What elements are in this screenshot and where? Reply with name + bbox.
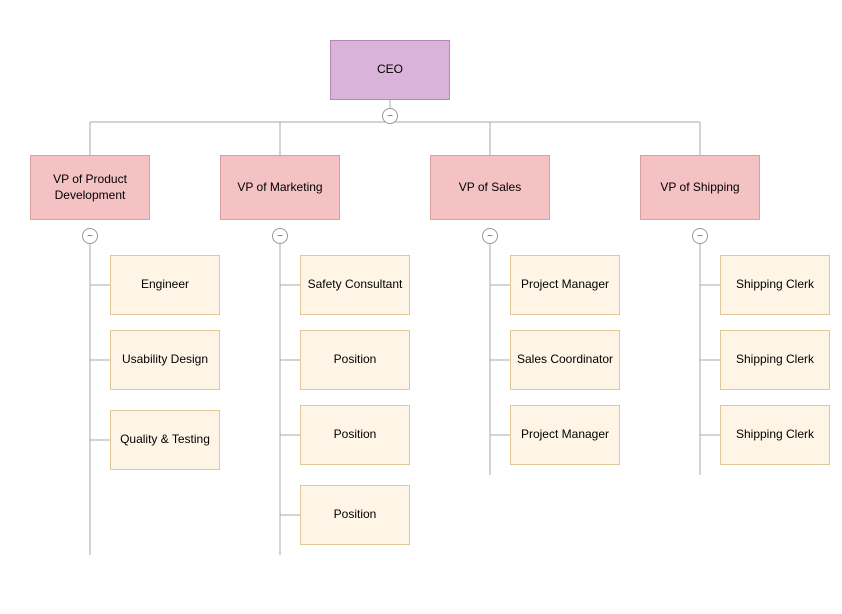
- child-quality-testing: Quality & Testing: [110, 410, 220, 470]
- child-sales-coordinator: Sales Coordinator: [510, 330, 620, 390]
- vp-marketing-label: VP of Marketing: [237, 180, 322, 196]
- ceo-toggle[interactable]: −: [382, 108, 398, 124]
- ceo-box: CEO: [330, 40, 450, 100]
- child-position-2: Position: [300, 405, 410, 465]
- ceo-label: CEO: [377, 62, 403, 78]
- vp-sales-box: VP of Sales: [430, 155, 550, 220]
- child-shipping-clerk-2: Shipping Clerk: [720, 330, 830, 390]
- vp-sales-label: VP of Sales: [459, 180, 521, 196]
- vp-shipping-box: VP of Shipping: [640, 155, 760, 220]
- child-shipping-clerk-1: Shipping Clerk: [720, 255, 830, 315]
- child-safety-consultant: Safety Consultant: [300, 255, 410, 315]
- vp-marketing-box: VP of Marketing: [220, 155, 340, 220]
- child-engineer: Engineer: [110, 255, 220, 315]
- child-position-1: Position: [300, 330, 410, 390]
- vp-marketing-toggle[interactable]: −: [272, 228, 288, 244]
- child-project-manager-1: Project Manager: [510, 255, 620, 315]
- vp-product-development-box: VP of Product Development: [30, 155, 150, 220]
- vp-shipping-label: VP of Shipping: [660, 180, 739, 196]
- child-position-3: Position: [300, 485, 410, 545]
- vp-shipping-toggle[interactable]: −: [692, 228, 708, 244]
- child-shipping-clerk-3: Shipping Clerk: [720, 405, 830, 465]
- child-project-manager-2: Project Manager: [510, 405, 620, 465]
- org-chart: CEO − VP of Product Development − VP of …: [0, 0, 842, 614]
- vp-sales-toggle[interactable]: −: [482, 228, 498, 244]
- vp-product-toggle[interactable]: −: [82, 228, 98, 244]
- vp-product-development-label: VP of Product Development: [53, 172, 127, 203]
- child-usability-design: Usability Design: [110, 330, 220, 390]
